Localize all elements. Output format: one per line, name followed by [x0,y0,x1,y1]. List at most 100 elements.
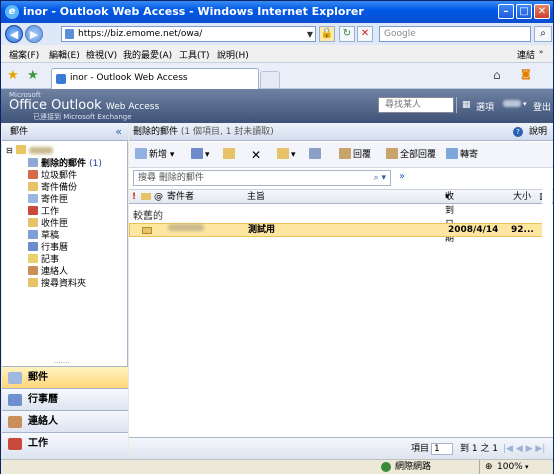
table-row[interactable]: 測試用 2008/4/14 92... [129,223,549,237]
folder-inbox[interactable]: 收件匣 [28,218,68,230]
folder-search[interactable]: 搜尋資料夾 [28,278,86,290]
mail-search-input[interactable]: 搜尋 刪除的郵件 ⌕ ▾ [133,170,391,186]
favorites-star-icon[interactable]: ★ [7,68,19,83]
search-icon[interactable]: ⌕ ▾ [374,171,386,185]
page-icon [65,29,74,39]
folder-header: 刪除的郵件 (1 個項目, 1 封未讀取) ? 說明 [129,123,553,141]
forward-button[interactable]: ▶ [25,25,43,43]
minimize-button[interactable]: – [498,4,514,19]
add-favorites-icon[interactable]: ★ [27,68,39,83]
logout-link[interactable]: 登出 [533,100,551,113]
favorites-bar: ★ ★ inor - Outlook Web Access ⌂ ◙ [1,63,553,89]
page-range: 到 1 之 1 [460,444,499,454]
zoom-icon[interactable]: ⊕ [485,460,493,474]
attachment-icon[interactable]: @ [154,190,163,204]
search-button[interactable]: ⌕ [534,26,552,42]
help-link[interactable]: 說明 [529,123,547,141]
folder-drafts[interactable]: 草稿 [28,230,59,242]
tasks-icon [28,206,38,215]
folder-junk[interactable]: 垃圾郵件 [28,170,77,182]
envelope-icon[interactable] [141,193,151,200]
menu-view[interactable]: 檢視(V) [86,48,117,61]
importance-icon[interactable]: ! [132,190,136,204]
address-book-icon [309,148,321,159]
check-messages-button[interactable]: ▾ [277,148,296,162]
options-icon[interactable]: ▦ [462,100,471,110]
collapse-pane-icon[interactable]: « [115,123,122,141]
owa-logo: Office Outlook Web Access [9,98,160,113]
column-from[interactable]: 寄件者 [167,190,194,204]
refresh-button[interactable]: ↻ [339,26,355,42]
links-label[interactable]: 連結 [517,48,535,61]
move-folder-icon [223,148,235,159]
folder-info: (1 個項目, 1 封未讀取) [180,127,274,137]
new-tab-button[interactable] [260,71,280,89]
calendar-icon [8,394,22,406]
mail-icon [8,372,22,384]
close-button[interactable]: ✕ [534,4,550,19]
search-folder-icon [28,278,38,287]
outbox-icon [28,194,38,203]
nav-tasks[interactable]: 工作 [2,432,128,459]
pager-nav-icons[interactable]: |◀ ◀ ▶ ▶| [503,438,545,460]
column-subject[interactable]: 主旨 [247,190,265,204]
column-header: ! @ 寄件者 主旨 收到日期 ▾ 大小 ▥ [129,189,553,244]
address-book-button[interactable] [309,148,323,162]
folder-tasks[interactable]: 工作 [28,206,59,218]
view-button[interactable]: ▾ [191,148,210,162]
column-size[interactable]: 大小 [513,190,531,204]
menu-file[interactable]: 檔案(F) [9,48,39,61]
lock-icon[interactable]: 🔒 [319,26,335,42]
expand-search-icon[interactable]: » [399,171,405,182]
help-icon[interactable]: ? [513,127,523,137]
reply-button[interactable]: 回覆 [339,148,371,162]
move-button[interactable] [223,148,237,162]
delete-button[interactable]: ✕ [251,148,261,162]
menu-edit[interactable]: 編輯(E) [49,48,80,61]
menu-help[interactable]: 說明(H) [217,48,249,61]
scrollbar[interactable] [542,189,552,429]
page-input[interactable]: 1 [431,443,453,455]
nav-contacts[interactable]: 連絡人 [2,410,128,432]
chevron-right-icon[interactable]: » [539,48,543,56]
column-received[interactable]: 收到日期 ▾ [445,190,454,244]
mailbox-root[interactable]: ⊟ [6,145,53,157]
back-button[interactable]: ◀ [5,25,23,43]
folder-deleted-items[interactable]: 刪除的郵件 (1) [28,158,102,170]
zoom-level[interactable]: 100% [497,460,523,474]
home-icon[interactable]: ⌂ [493,68,501,82]
main-pane: 刪除的郵件 (1 個項目, 1 封未讀取) ? 說明 新增 ▾ ▾ ✕ ▾ 回覆… [129,123,553,459]
reply-all-button[interactable]: 全部回覆 [386,148,436,162]
tab-page-icon [56,74,66,84]
sent-icon [28,182,38,191]
chevron-down-icon[interactable]: ▾ [525,460,529,474]
stop-button[interactable]: ✕ [357,26,373,42]
forward-button-owa[interactable]: 轉寄 [446,148,478,162]
browser-tab[interactable]: inor - Outlook Web Access [51,68,259,89]
search-input[interactable]: Google [379,26,531,42]
junk-icon [28,170,38,179]
check-messages-icon [277,148,289,159]
chevron-down-icon[interactable]: ▼ [307,28,313,42]
reply-all-icon [386,148,398,159]
folder-outbox[interactable]: 寄件匣 [28,194,68,206]
folder-sent[interactable]: 寄件備份 [28,182,77,194]
find-someone-input[interactable]: 尋找某人 [378,97,454,113]
folder-notes[interactable]: 記事 [28,254,59,266]
chevron-down-icon[interactable]: ▾ [523,100,527,108]
folder-contacts[interactable]: 連絡人 [28,266,68,278]
window-title: inor - Outlook Web Access - Windows Inte… [23,5,364,18]
user-name [503,100,521,107]
options-link[interactable]: 選項 [476,100,494,113]
feeds-icon[interactable]: ◙ [521,69,531,80]
folder-calendar[interactable]: 行事曆 [28,242,68,254]
contacts-icon [28,266,38,275]
deleted-items-icon [28,158,38,167]
new-button[interactable]: 新增 ▾ [135,148,174,162]
menu-favorites[interactable]: 我的最愛(A) [123,48,172,61]
menu-tools[interactable]: 工具(T) [179,48,210,61]
nav-calendar[interactable]: 行事曆 [2,388,128,410]
maximize-button[interactable]: □ [516,4,532,19]
url-field[interactable]: https://biz.emome.net/owa/ ▼ [61,26,316,42]
nav-mail[interactable]: 郵件 [2,366,128,388]
